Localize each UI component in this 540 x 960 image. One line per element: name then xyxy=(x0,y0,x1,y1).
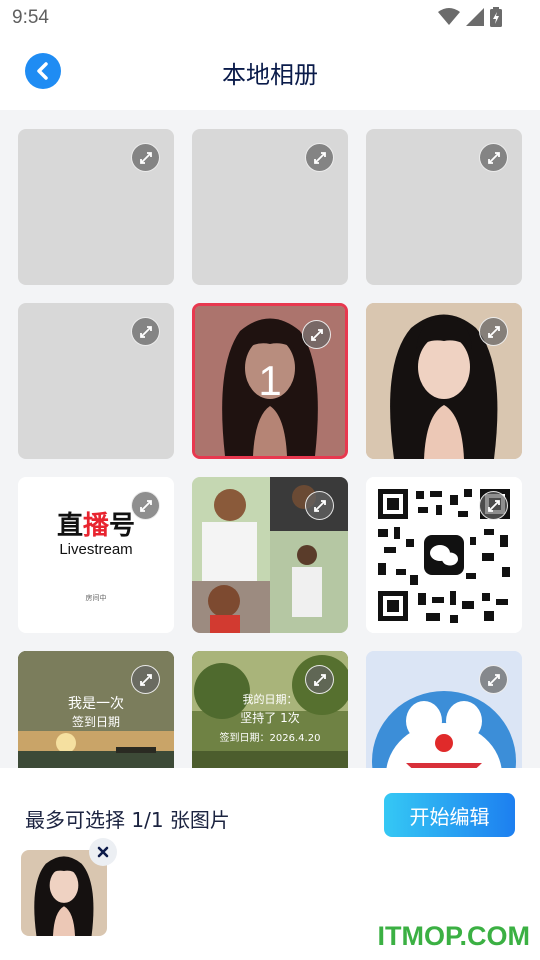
signal-icon xyxy=(466,8,484,26)
photo-tile-selected[interactable]: 1 xyxy=(192,303,348,459)
expand-icon[interactable] xyxy=(305,665,334,694)
close-icon xyxy=(97,846,109,858)
expand-icon[interactable] xyxy=(479,491,508,520)
photo-tile-livestream[interactable]: 直播号 Livestream 房间中 xyxy=(18,477,174,633)
expand-icon[interactable] xyxy=(131,317,160,346)
status-icons xyxy=(438,7,502,27)
quote-line-1: 我是一次 xyxy=(68,696,124,712)
selection-panel: 最多可选择 1/1 张图片 开始编辑 ITMOP.COM xyxy=(0,768,540,960)
photo-tile-cartoon[interactable] xyxy=(366,651,522,768)
expand-icon[interactable] xyxy=(479,665,508,694)
photo-tile-qrcode[interactable] xyxy=(366,477,522,633)
quote-line-3: 签到日期：2026.4.20 xyxy=(219,733,321,744)
livestream-subtitle: Livestream xyxy=(59,541,133,558)
battery-icon xyxy=(490,7,502,27)
start-edit-button[interactable]: 开始编辑 xyxy=(384,793,515,837)
wifi-icon xyxy=(438,8,460,25)
expand-icon[interactable] xyxy=(305,491,334,520)
livestream-small-text: 房间中 xyxy=(85,594,107,602)
status-bar: 9:54 xyxy=(0,0,540,36)
header: 本地相册 xyxy=(0,36,540,110)
remove-selected-button[interactable] xyxy=(89,838,117,866)
expand-icon[interactable] xyxy=(131,491,160,520)
selection-hint: 最多可选择 1/1 张图片 xyxy=(25,808,230,832)
photo-tile-quote-sunset[interactable]: 我是一次 签到日期 xyxy=(18,651,174,768)
page-title: 本地相册 xyxy=(222,61,318,89)
quote-line-1: 我的日期： xyxy=(242,693,298,706)
watermark: ITMOP.COM xyxy=(377,921,530,951)
quote-line-2: 签到日期 xyxy=(71,715,120,729)
photo-tile-placeholder[interactable] xyxy=(192,129,348,285)
expand-icon[interactable] xyxy=(479,317,508,346)
photo-grid: 1 直播号 Livestream 房间中 我是一次 签到日期 我的日期： 坚持了… xyxy=(0,110,540,768)
photo-tile-placeholder[interactable] xyxy=(18,129,174,285)
photo-tile[interactable] xyxy=(366,303,522,459)
expand-icon[interactable] xyxy=(302,320,331,349)
photo-tile-placeholder[interactable] xyxy=(366,129,522,285)
expand-icon[interactable] xyxy=(131,143,160,172)
photo-tile-quote-forest[interactable]: 我的日期： 坚持了 1次 签到日期：2026.4.20 xyxy=(192,651,348,768)
expand-icon[interactable] xyxy=(479,143,508,172)
photo-tile-placeholder[interactable] xyxy=(18,303,174,459)
expand-icon[interactable] xyxy=(305,143,334,172)
expand-icon[interactable] xyxy=(131,665,160,694)
status-time: 9:54 xyxy=(12,7,49,28)
quote-line-2: 坚持了 1次 xyxy=(240,711,300,725)
photo-tile-collage[interactable] xyxy=(192,477,348,633)
